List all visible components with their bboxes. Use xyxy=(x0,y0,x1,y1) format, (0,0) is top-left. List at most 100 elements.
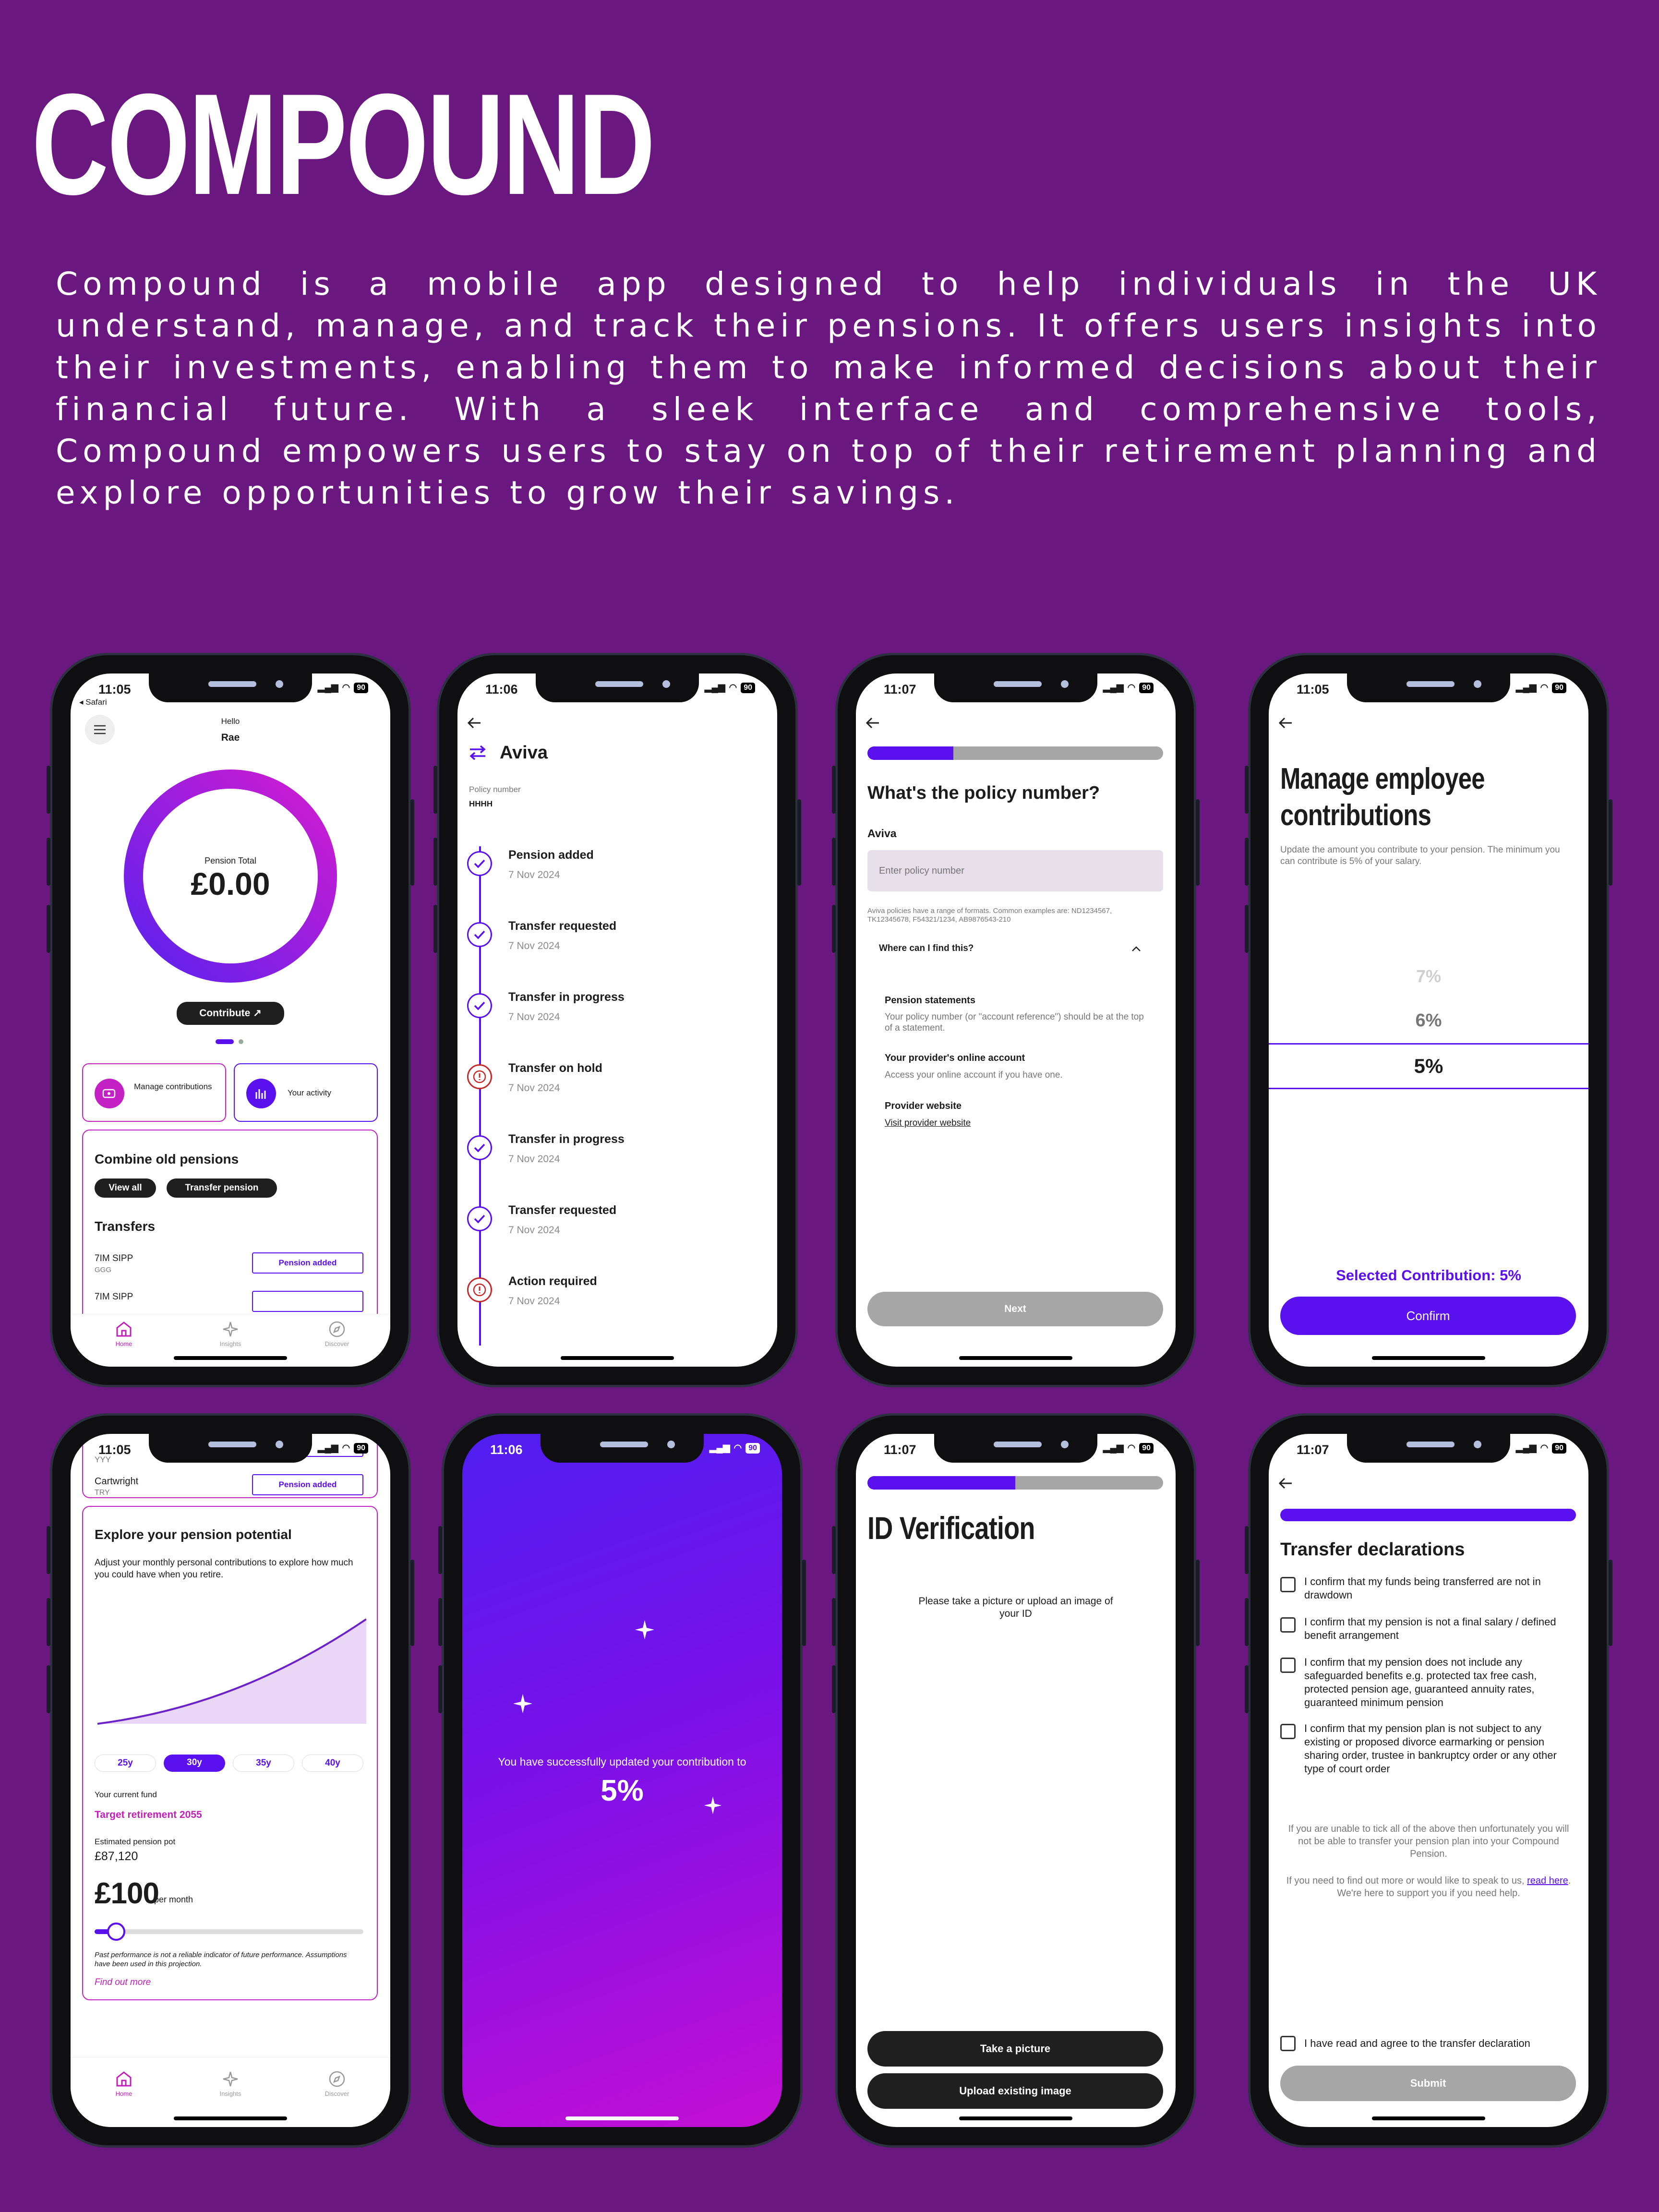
timeline-date: 7 Nov 2024 xyxy=(508,869,560,880)
next-button[interactable]: Next xyxy=(867,1292,1163,1326)
find-out-more-link[interactable]: Find out more xyxy=(95,1977,151,1988)
faq-toggle-label[interactable]: Where can I find this? xyxy=(879,943,974,954)
status-icons: ▂▄▆ ◠ 90 xyxy=(1103,1443,1154,1454)
wallet-icon xyxy=(95,1079,124,1108)
view-all-button[interactable]: View all xyxy=(95,1178,156,1198)
read-here-link[interactable]: read here xyxy=(1527,1875,1568,1886)
intro-paragraph: Compound is a mobile app designed to hel… xyxy=(56,265,1601,511)
year-option-25y[interactable]: 25y xyxy=(95,1755,156,1772)
contribution-option[interactable]: 7% xyxy=(1269,966,1588,986)
declaration-checkbox[interactable] xyxy=(1280,1658,1296,1673)
phone-id-verification: 11:07 ▂▄▆ ◠ 90 ID Verification Please take… xyxy=(832,1413,1200,2148)
carousel-dot[interactable] xyxy=(239,1039,243,1044)
success-value: 5% xyxy=(601,1774,644,1807)
timeline-date: 7 Nov 2024 xyxy=(508,940,560,951)
back-arrow-icon[interactable] xyxy=(467,717,481,729)
timeline-title: Transfer on hold xyxy=(508,1061,602,1075)
back-arrow-icon[interactable] xyxy=(1278,717,1293,729)
take-picture-button[interactable]: Take a picture xyxy=(867,2031,1163,2067)
projection-chart xyxy=(97,1618,366,1725)
tab-home[interactable]: Home xyxy=(95,1314,153,1367)
chevron-up-icon[interactable] xyxy=(1131,945,1141,952)
year-option-35y[interactable]: 35y xyxy=(233,1755,294,1772)
monthly-unit: per month xyxy=(154,1895,193,1904)
policy-number-input[interactable] xyxy=(867,850,1163,891)
year-option-40y[interactable]: 40y xyxy=(302,1755,363,1772)
compass-icon xyxy=(329,1321,345,1337)
timeline-date: 7 Nov 2024 xyxy=(508,1082,560,1094)
agree-label: I have read and agree to the transfer de… xyxy=(1304,2037,1530,2049)
wifi-icon: ◠ xyxy=(342,683,350,693)
screen-transfer-declarations: 11:07 ▂▄▆ ◠ 90 Transfer declarations I con… xyxy=(1269,1434,1588,2127)
transfer-sub: TRY xyxy=(95,1489,110,1497)
year-option-30y[interactable]: 30y xyxy=(164,1755,225,1772)
wifi-icon: ◠ xyxy=(1540,1443,1549,1453)
phone-explore-potential: 11:05 ▂▄▆ ◠ 90 YYY Cartwright TRY Pension … xyxy=(47,1413,414,2148)
pot-value: £87,120 xyxy=(95,1850,138,1863)
manage-contributions-card[interactable]: Manage contributions xyxy=(82,1063,226,1122)
your-activity-card[interactable]: Your activity xyxy=(234,1063,378,1122)
policy-value: HHHH xyxy=(469,799,493,808)
signal-icon: ▂▄▆ xyxy=(704,683,725,693)
notch xyxy=(1347,673,1510,702)
timeline-title: Transfer in progress xyxy=(508,990,625,1004)
transfer-name: Cartwright xyxy=(95,1476,139,1487)
wifi-icon: ◠ xyxy=(342,1443,350,1453)
declaration-checkbox[interactable] xyxy=(1280,1724,1296,1739)
visit-provider-link[interactable]: Visit provider website xyxy=(885,1118,971,1129)
battery-icon: 90 xyxy=(1139,682,1154,693)
provider-title: Aviva xyxy=(500,743,548,763)
manage-contributions-label: Manage contributions xyxy=(134,1082,212,1091)
agree-checkbox[interactable] xyxy=(1280,2036,1296,2051)
contribute-button[interactable]: Contribute ↗ xyxy=(177,1002,284,1025)
confirm-button[interactable]: Confirm xyxy=(1280,1297,1576,1335)
signal-icon: ▂▄▆ xyxy=(1103,1443,1124,1453)
declaration-text: I confirm that my funds being transferre… xyxy=(1304,1575,1541,1601)
faq-item-body: Your policy number (or "account referenc… xyxy=(885,1012,1144,1033)
slider-thumb[interactable] xyxy=(107,1923,125,1941)
sparkle-icon xyxy=(635,1620,654,1639)
help-text-pre: If you need to find out more or would li… xyxy=(1286,1875,1525,1886)
tab-discover[interactable]: Discover xyxy=(308,2057,366,2127)
carousel-dot-active[interactable] xyxy=(216,1039,234,1044)
bar-chart-icon xyxy=(246,1079,276,1108)
back-arrow-icon[interactable] xyxy=(866,717,880,729)
status-time: 11:06 xyxy=(490,1443,523,1457)
transfer-status-badge[interactable]: Pension added xyxy=(252,1474,363,1495)
monthly-value: £100 xyxy=(95,1877,159,1910)
faq-item-title: Provider website xyxy=(885,1101,962,1111)
pension-total: £0.00 xyxy=(191,866,270,902)
timeline-title: Action required xyxy=(508,1274,597,1288)
transfer-status-badge[interactable]: Pension added xyxy=(252,1252,363,1274)
back-to-safari[interactable]: ◂ Safari xyxy=(79,697,107,707)
combine-title: Combine old pensions xyxy=(95,1152,239,1166)
timeline-line xyxy=(479,846,481,1346)
declaration-text: I confirm that my pension plan is not su… xyxy=(1304,1722,1557,1775)
transfer-status-badge[interactable] xyxy=(252,1291,363,1312)
back-arrow-icon[interactable] xyxy=(1278,1477,1293,1490)
tab-home[interactable]: Home xyxy=(95,2057,153,2127)
home-icon xyxy=(116,1322,132,1337)
screen-policy-number: 11:07 ▂▄▆ ◠ 90 What's the policy number? A… xyxy=(856,673,1176,1367)
contribution-option-selected[interactable]: 5% xyxy=(1269,1043,1588,1089)
wifi-icon: ◠ xyxy=(1127,683,1136,693)
upload-image-button[interactable]: Upload existing image xyxy=(867,2073,1163,2109)
timeline-date: 7 Nov 2024 xyxy=(508,1011,560,1022)
tab-discover[interactable]: Discover xyxy=(308,1314,366,1367)
declaration-checkbox[interactable] xyxy=(1280,1617,1296,1633)
contribution-option[interactable]: 6% xyxy=(1269,1010,1588,1031)
declaration-checkbox[interactable] xyxy=(1280,1577,1296,1592)
submit-button[interactable]: Submit xyxy=(1280,2066,1576,2101)
status-time: 11:07 xyxy=(1297,1443,1329,1457)
transfer-pension-button[interactable]: Transfer pension xyxy=(167,1178,277,1198)
sparkle-icon xyxy=(223,1322,238,1337)
status-icons: ▂▄▆ ◠ 90 xyxy=(1516,682,1566,693)
progress-fill xyxy=(867,1476,1015,1490)
fund-value[interactable]: Target retirement 2055 xyxy=(95,1809,202,1821)
contribution-slider[interactable] xyxy=(95,1923,363,1941)
phone-manage-contributions: 11:05 ▂▄▆ ◠ 90 Manage employee contributio… xyxy=(1245,653,1612,1387)
status-icons: ▂▄▆ ◠ 90 xyxy=(1103,682,1154,693)
notch xyxy=(149,673,312,702)
timeline-title: Pension added xyxy=(508,848,594,862)
alert-icon xyxy=(467,1064,492,1089)
